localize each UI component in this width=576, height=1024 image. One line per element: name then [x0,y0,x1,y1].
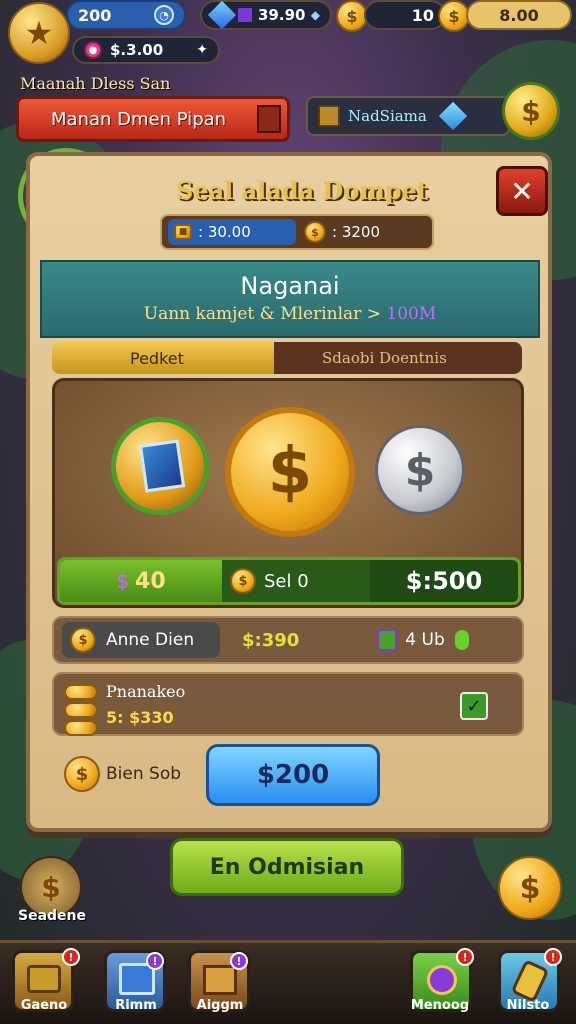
side-label: NadSiama [348,107,427,125]
price-button[interactable]: $200 [206,744,380,806]
tab-doentnis[interactable]: Sdaobi Doentnis [274,342,522,374]
green-gem-icon [454,630,469,650]
balance-1: : 30.00 [198,223,251,241]
wallet-panel: Seal alada Dompet ✕ ■ : 30.00 $ : 3200 N… [26,152,552,832]
diamond-small-icon: ◆ [310,8,320,22]
crystal-icon [438,101,468,131]
coins-value: 10 [411,5,434,25]
banner-highlight: 100M [386,304,437,324]
energy-value: $.3.00 [110,41,164,59]
bottom-price: $200 [256,760,330,790]
panel-title: Seal alada Dompet [176,176,428,205]
coins-value-2: 8.00 [499,5,539,25]
coin-stack-icon [64,684,98,736]
left-coin-label: Seadene [18,908,87,924]
row2-label: Pnanakeo [106,682,186,701]
coins-pill: 10 [364,0,446,30]
coin-icon: ■ [174,224,192,240]
tab-pedket[interactable]: Pedket [52,342,274,374]
notification-badge: ! [456,948,474,966]
nav-label-3: Aiggm [196,998,244,1013]
coins-pill-2: 8.00 [466,0,572,30]
close-icon: ✕ [510,174,534,208]
stars-pill: 200 ◔ [66,0,186,30]
crate-icon [203,965,237,995]
row-pnanakeo[interactable]: Pnanakeo 5: $330 ✓ [52,672,524,736]
purple-gem-icon: $ [116,569,130,593]
right-coin-button[interactable]: $ [498,856,562,920]
marker-icon [257,105,281,133]
card-icon [138,439,186,493]
gems-pill: 39.90 ◆ [200,0,332,30]
balance-2: : 3200 [332,223,380,241]
bottom-nav [0,940,576,1024]
coin-icon: $ [304,221,326,243]
balance-bar: ■ : 30.00 $ : 3200 [160,214,434,250]
chest-icon [27,965,61,993]
reward-value-bar: $ 40 $ Sel 0 $:500 [57,557,521,605]
notification-badge: ! [230,952,248,970]
row1-value: $:390 [242,629,300,651]
heart-icon: ● [84,41,102,59]
diamond-icon [207,0,237,30]
coin-icon: $ [64,756,100,792]
tab-label-1: Pedket [130,348,184,368]
stars-value: 200 [78,5,112,25]
row1-count: 4 Ub [405,630,445,650]
clock-icon: ◔ [154,5,174,25]
quest-title: Manan Dmen Pipan [51,108,227,130]
notification-badge: ! [62,948,80,966]
reward-value-1: 40 [135,568,166,594]
orb-icon [427,965,457,995]
quest-title-button[interactable]: Manan Dmen Pipan [16,96,290,142]
bottom-label: Bien Sob [106,764,182,784]
nav-label-5: Nilsto [506,998,550,1013]
badge-emblem-icon[interactable] [111,417,209,515]
notification-badge: ! [544,948,562,966]
nav-label-1: Gaeno [20,998,68,1013]
reward-area: $ $ $ 40 $ Sel 0 $:500 [52,378,524,608]
quest-subtitle: Maanah Dless San [20,74,171,93]
notification-badge: ! [146,952,164,970]
gem-box-icon [377,629,398,651]
gold-coin-large-icon[interactable]: $ [225,407,355,537]
close-button[interactable]: ✕ [496,166,548,216]
side-resource: NadSiama [306,96,510,136]
row2-value: 5: $330 [106,708,174,727]
coin-icon: $ [230,568,256,594]
tab-label-2: Sdaobi Doentnis [322,349,447,367]
banner-subtitle: Uann kamjet & Mlerinlar [143,304,362,324]
row1-label: Anne Dien [106,630,195,650]
add-icon[interactable]: ✦ [196,42,208,58]
nav-label-2: Rimm [115,998,157,1013]
chest-icon [318,105,340,127]
reward-price: $:500 [405,567,483,595]
confirm-label: En Odmisian [209,854,365,880]
nav-label-4: Menoog [410,998,470,1013]
banner-title: Naganai [240,272,340,300]
purple-gem-icon [238,8,252,22]
potion-icon [510,959,550,1003]
coin-shop-button[interactable]: $ [502,82,560,140]
silver-coin-icon[interactable]: $ [375,425,465,515]
gems-value: 39.90 [258,6,306,24]
checkbox-checked[interactable]: ✓ [460,692,488,720]
row-anne-dien[interactable]: $ Anne Dien $:390 4 Ub [52,616,524,664]
reward-value-2: Sel 0 [264,570,309,592]
banner: Naganai Uann kamjet & Mlerinlar > 100M [40,260,540,338]
energy-pill: ● $.3.00 ✦ [72,36,220,64]
confirm-button[interactable]: En Odmisian [170,838,404,896]
star-badge[interactable]: ★ [8,2,70,64]
coin-icon: $ [70,627,96,653]
checkmark-icon: ✓ [466,695,482,717]
star-icon: ★ [24,14,54,52]
